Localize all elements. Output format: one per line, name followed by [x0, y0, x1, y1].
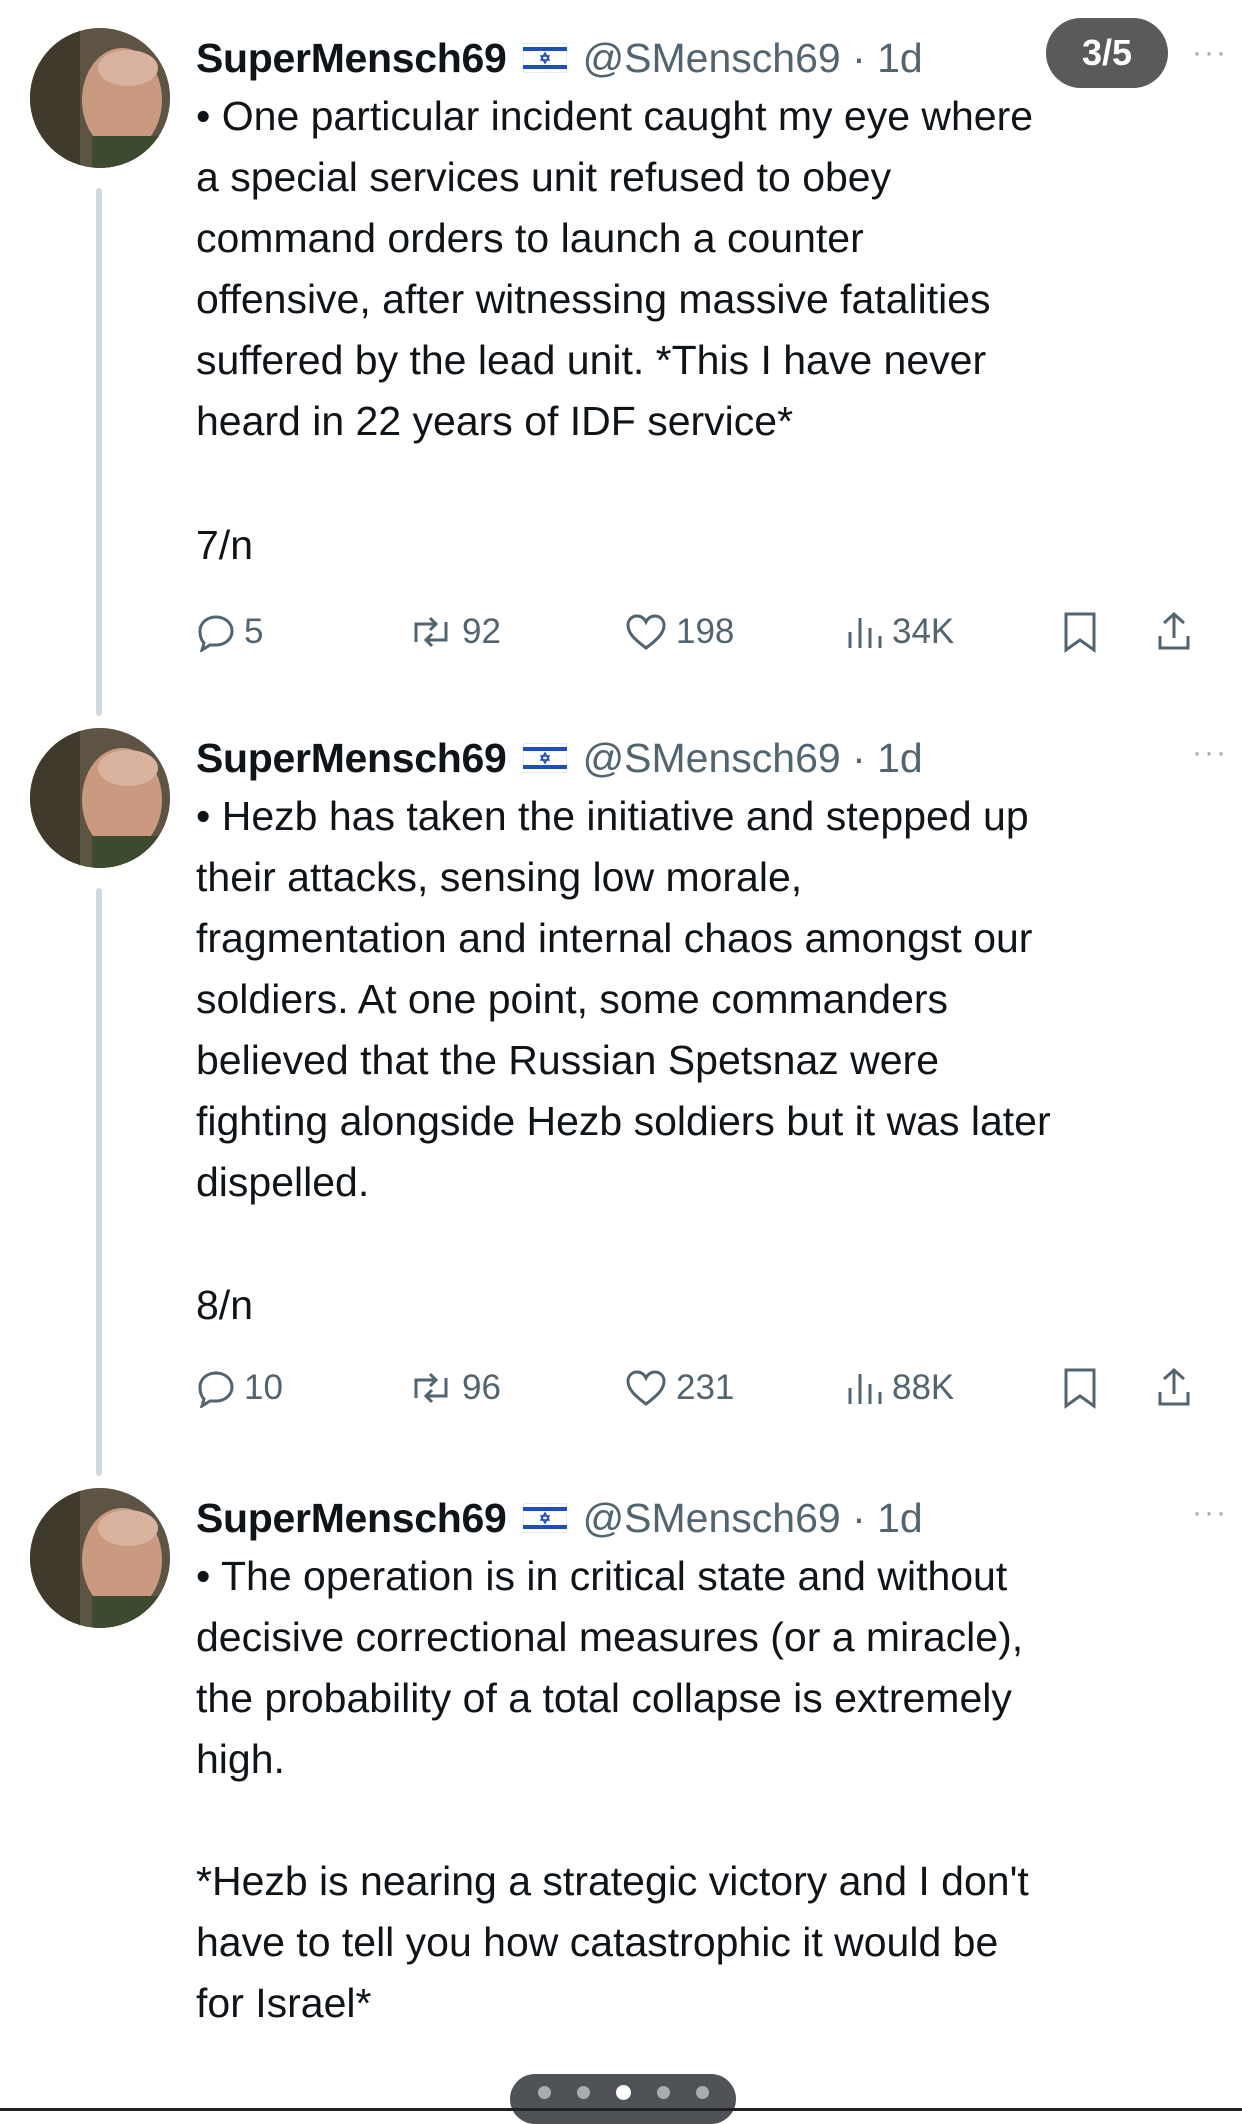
repost-count: 96 — [462, 1368, 501, 1407]
tweet-text: • The operation is in critical state and… — [196, 1553, 1029, 2026]
avatar[interactable] — [30, 1488, 170, 1628]
carousel-page-indicator: 3/5 — [1046, 18, 1168, 88]
view-count: 34K — [892, 612, 955, 651]
carousel-dot-active[interactable] — [615, 2084, 631, 2100]
carousel-dot[interactable] — [695, 2085, 709, 2099]
author-name[interactable]: SuperMensch69 — [196, 735, 507, 782]
heart-icon — [626, 1370, 666, 1406]
avatar[interactable] — [30, 28, 170, 168]
repost-icon — [414, 616, 448, 648]
views-icon — [848, 618, 882, 648]
action-bar: 5 92 198 34K — [196, 604, 1210, 660]
reply-button[interactable]: 10 — [196, 1360, 283, 1416]
author-handle[interactable]: @SMensch69 · 1d — [583, 1495, 923, 1542]
carousel-dots[interactable] — [510, 2074, 736, 2124]
israel-flag-icon — [522, 743, 567, 773]
thread-counter: 7/n — [196, 522, 253, 568]
repost-button[interactable]: 92 — [408, 604, 501, 660]
heart-icon — [626, 614, 666, 650]
like-count: 231 — [676, 1368, 735, 1407]
author-handle[interactable]: @SMensch69 · 1d — [583, 735, 923, 782]
bookmark-button[interactable] — [1062, 1360, 1098, 1416]
share-button[interactable] — [1154, 604, 1194, 660]
more-options-icon[interactable]: ··· — [1192, 36, 1228, 70]
views-button[interactable]: 88K — [844, 1360, 954, 1416]
like-count: 198 — [676, 612, 735, 651]
reply-count: 5 — [244, 612, 264, 651]
reply-icon — [198, 615, 234, 652]
reply-icon — [198, 1371, 234, 1408]
share-icon — [1158, 1367, 1190, 1406]
carousel-dot[interactable] — [537, 2085, 551, 2099]
repost-button[interactable]: 96 — [408, 1360, 501, 1416]
like-button[interactable]: 198 — [624, 604, 734, 660]
author-name[interactable]: SuperMensch69 — [196, 1495, 507, 1542]
reply-button[interactable]: 5 — [196, 604, 263, 660]
action-bar: 10 96 231 88K — [196, 1360, 1210, 1416]
thread-counter: 8/n — [196, 1282, 253, 1328]
avatar[interactable] — [30, 728, 170, 868]
avatar-image — [30, 28, 170, 168]
author-handle[interactable]: @SMensch69 · 1d — [583, 35, 923, 82]
tweet-text: • Hezb has taken the initiative and step… — [196, 793, 1051, 1205]
views-icon — [848, 1374, 882, 1404]
bookmark-icon — [1064, 1368, 1096, 1409]
thread-line — [96, 888, 102, 1476]
carousel-dot[interactable] — [576, 2085, 590, 2099]
more-options-icon[interactable]: ··· — [1192, 736, 1228, 770]
tweet-text: • One particular incident caught my eye … — [196, 93, 1034, 444]
israel-flag-icon — [522, 1503, 567, 1533]
share-icon — [1158, 611, 1190, 650]
view-count: 88K — [892, 1368, 955, 1407]
views-button[interactable]: 34K — [844, 604, 954, 660]
thread-line — [96, 188, 102, 716]
avatar-image — [30, 1488, 170, 1628]
author-name[interactable]: SuperMensch69 — [196, 35, 507, 82]
avatar-image — [30, 728, 170, 868]
like-button[interactable]: 231 — [624, 1360, 734, 1416]
more-options-icon[interactable]: ··· — [1192, 1496, 1228, 1530]
israel-flag-icon — [522, 43, 567, 73]
reply-count: 10 — [244, 1368, 283, 1407]
repost-icon — [414, 1372, 448, 1404]
carousel-dot[interactable] — [656, 2085, 670, 2099]
bookmark-icon — [1064, 612, 1096, 653]
bookmark-button[interactable] — [1062, 604, 1098, 660]
repost-count: 92 — [462, 612, 501, 651]
share-button[interactable] — [1154, 1360, 1194, 1416]
